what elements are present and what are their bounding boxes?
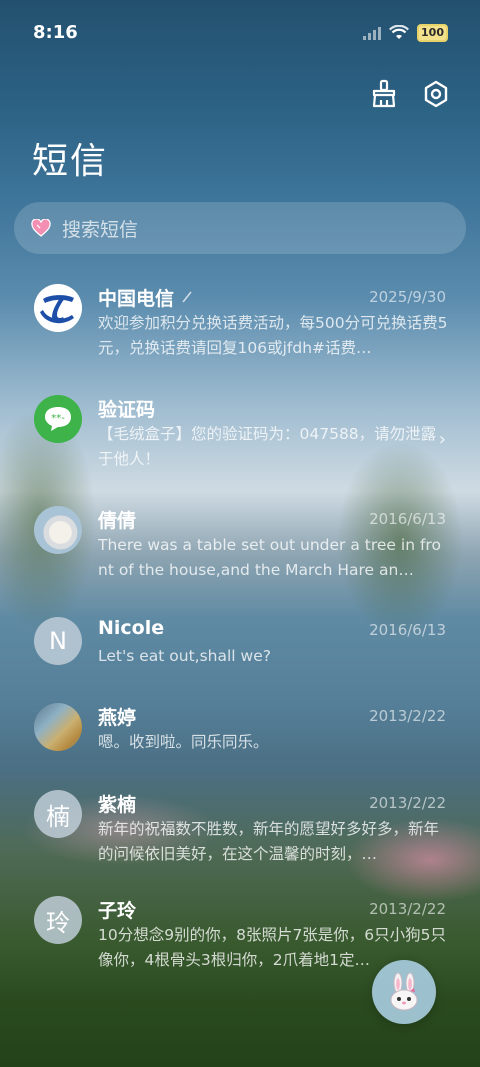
avatar: N: [34, 617, 82, 665]
page-title: 短信: [32, 141, 109, 182]
contact-name: Nicole: [98, 617, 165, 639]
status-bar: 8:16 100: [0, 0, 480, 68]
search-bar[interactable]: 搜索短信: [14, 202, 466, 254]
polar-bear-photo: [34, 506, 82, 554]
settings-icon[interactable]: [420, 78, 452, 110]
wifi-icon: [389, 25, 410, 39]
svg-text:**-: **-: [51, 413, 65, 424]
conversation-item[interactable]: 倩倩 2016/6/13 There was a table set out u…: [0, 500, 480, 600]
top-actions: [368, 78, 452, 110]
message-preview: 嗯。收到啦。同乐同乐。: [98, 733, 269, 751]
message-bubble-icon: **-: [34, 395, 82, 443]
contact-name: 子玲: [98, 900, 137, 922]
message-preview: Let's eat out,shall we?: [98, 647, 271, 665]
conversation-item[interactable]: 燕婷 2013/2/22 嗯。收到啦。同乐同乐。: [0, 697, 480, 797]
avatar: 玲: [34, 896, 82, 944]
message-date: 2016/6/13: [369, 510, 446, 528]
contact-name: 紫楠: [98, 794, 137, 816]
message-date: 2025/9/30: [369, 288, 446, 306]
contact-name: 验证码: [98, 399, 156, 421]
contact-name: 燕婷: [98, 707, 137, 729]
heart-icon: [30, 217, 52, 239]
status-time: 8:16: [33, 22, 78, 43]
message-date: 2013/2/22: [369, 900, 446, 918]
search-input[interactable]: 搜索短信: [62, 215, 138, 242]
chevron-right-icon: ›: [438, 429, 446, 450]
conversation-item[interactable]: 中国电信 2025/9/30 欢迎参加积分兑换话费活动，每500分可兑换话费5元…: [0, 278, 480, 378]
message-date: 2013/2/22: [369, 794, 446, 812]
conversation-item[interactable]: N Nicole 2016/6/13 Let's eat out,shall w…: [0, 611, 480, 711]
broom-icon[interactable]: [368, 78, 400, 110]
message-preview: 欢迎参加积分兑换话费活动，每500分可兑换话费5元，兑换话费请回复106或jfd…: [98, 314, 448, 357]
avatar: 楠: [34, 790, 82, 838]
conversation-item[interactable]: **- 验证码 【毛绒盒子】您的验证码为：047588，请勿泄露于他人！ ›: [0, 389, 480, 489]
contact-name: 中国电信: [98, 288, 175, 310]
bunny-compose-icon: [390, 972, 418, 1011]
edit-icon: [182, 291, 192, 303]
message-date: 2013/2/22: [369, 707, 446, 725]
battery-icon: 100: [417, 24, 448, 42]
message-preview: 【毛绒盒子】您的验证码为：047588，请勿泄露于他人！: [98, 425, 437, 468]
compose-button[interactable]: [372, 960, 436, 1024]
contact-name: 倩倩: [98, 510, 137, 532]
message-preview: There was a table set out under a tree i…: [98, 536, 441, 579]
conversation-item[interactable]: 楠 紫楠 2013/2/22 新年的祝福数不胜数，新年的愿望好多好多，新年的问候…: [0, 784, 480, 884]
china-telecom-logo: [34, 284, 82, 332]
status-icons: 100: [363, 24, 448, 42]
message-preview: 新年的祝福数不胜数，新年的愿望好多好多，新年的问候依旧美好，在这个温馨的时刻，…: [98, 820, 440, 863]
signal-icon: [363, 26, 382, 40]
landscape-photo: [34, 703, 82, 751]
message-date: 2016/6/13: [369, 621, 446, 639]
